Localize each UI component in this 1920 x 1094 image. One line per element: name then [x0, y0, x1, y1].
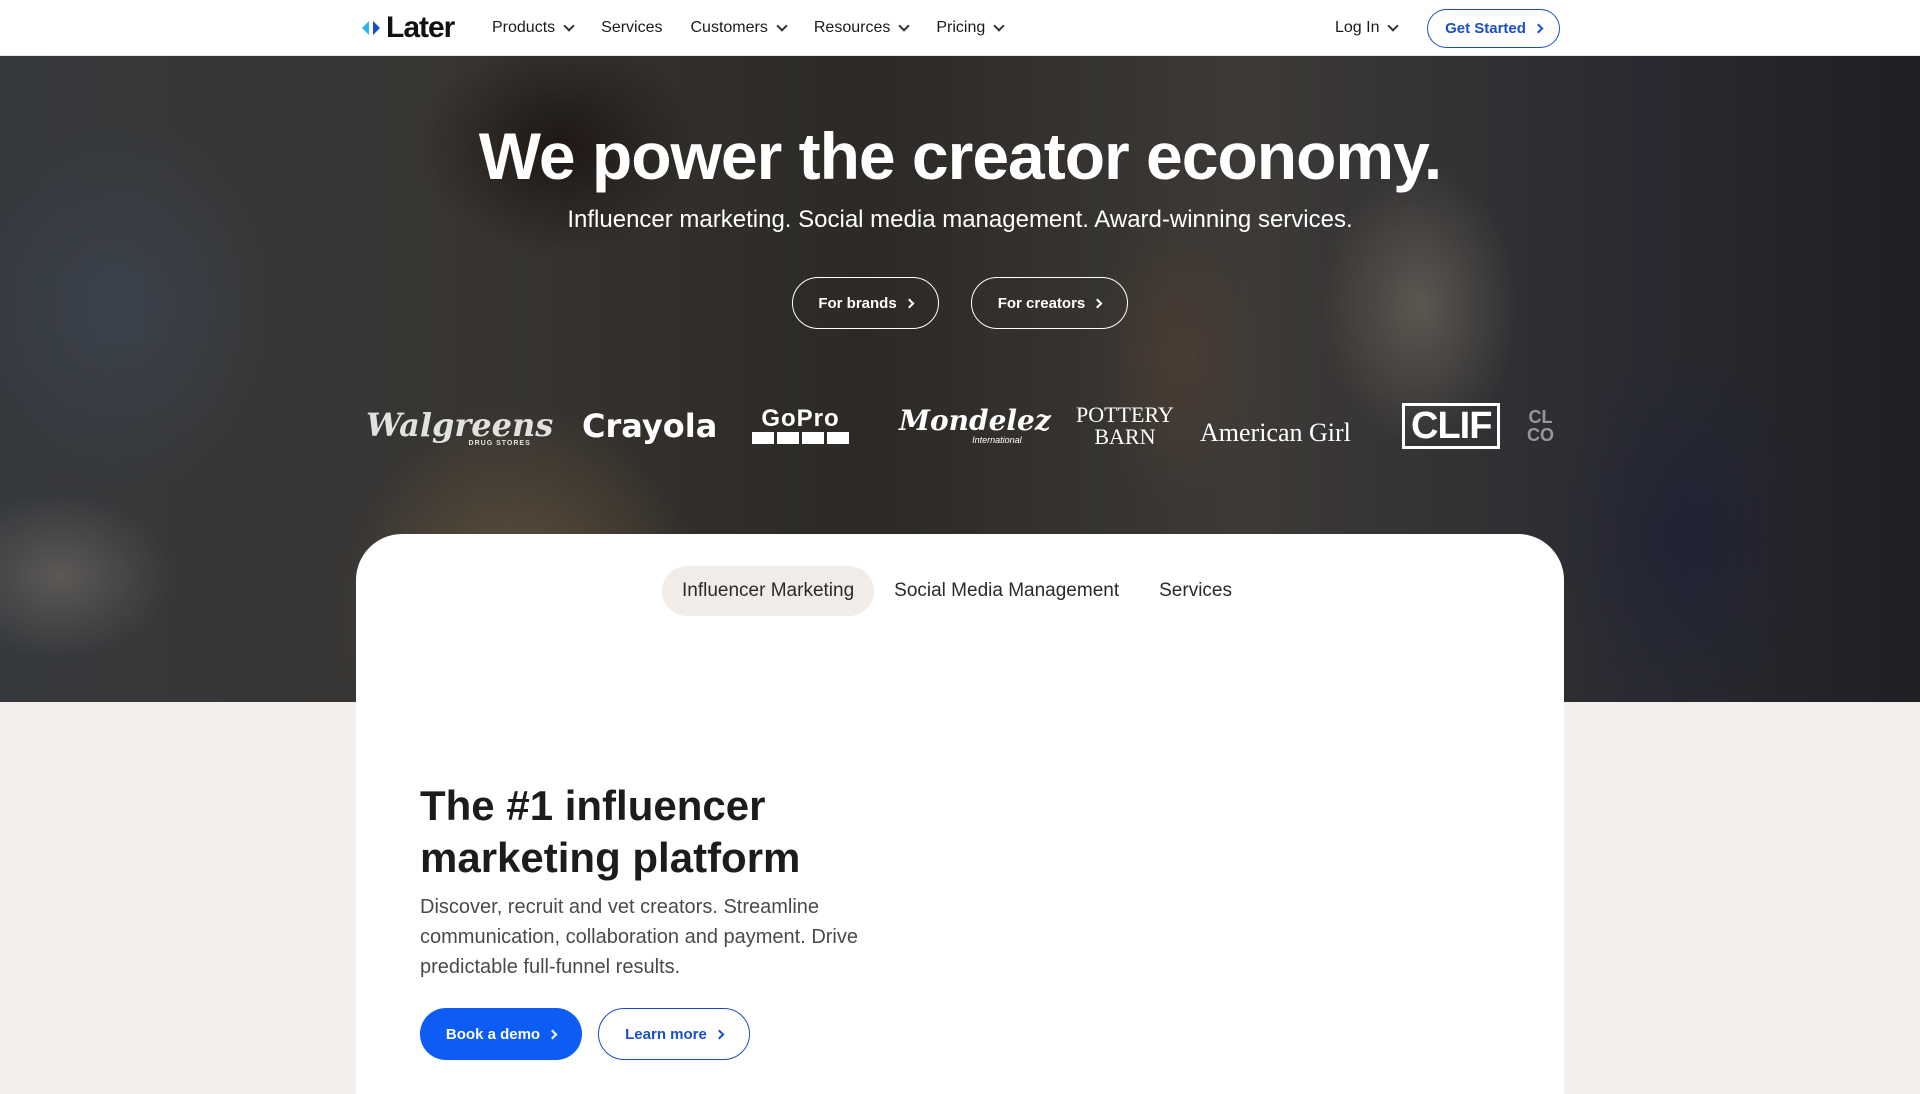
- nav-item-customers[interactable]: Customers: [690, 19, 788, 37]
- chevron-down-icon: [898, 19, 911, 32]
- nav-item-label: Services: [601, 19, 663, 36]
- nav-item-label: Pricing: [936, 19, 986, 36]
- clif-logo: CLIF: [1402, 386, 1501, 466]
- get-started-button[interactable]: Get Started: [1427, 9, 1560, 48]
- crayola-logo: Crayola: [582, 407, 718, 445]
- nav-item-label: Resources: [813, 19, 891, 36]
- nav-item-pricing[interactable]: Pricing: [936, 19, 1005, 37]
- tab-services[interactable]: Services: [1139, 566, 1252, 616]
- section-description: Discover, recruit and vet creators. Stre…: [420, 896, 858, 978]
- learn-more-button[interactable]: Learn more: [598, 1008, 750, 1060]
- walgreens-logo: Walgreens DRUG STORES: [366, 405, 554, 447]
- chevron-down-icon: [563, 19, 575, 32]
- section-title-line: marketing platform: [420, 834, 801, 881]
- for-creators-label: For creators: [997, 294, 1086, 312]
- american-girl-logo: American Girl: [1200, 418, 1351, 447]
- later-logo[interactable]: Later: [360, 11, 455, 44]
- gopro-logo: GoPro: [752, 386, 849, 466]
- product-tabs: Influencer Marketing Social Media Manage…: [662, 566, 1252, 616]
- top-nav: Later Products Services Customers Resour…: [0, 0, 1920, 56]
- section-title-line: The #1 influencer: [420, 782, 766, 829]
- mondelez-logo: Mondelez International: [899, 404, 1051, 446]
- learn-more-label: Learn more: [625, 1025, 707, 1043]
- hero-title: We power the creator economy.: [478, 119, 1442, 193]
- chevron-right-icon: [904, 298, 915, 308]
- chevron-right-icon: [547, 1029, 558, 1039]
- product-card: Influencer Marketing Social Media Manage…: [356, 534, 1564, 1094]
- partial-brand-logo: CL CO: [1527, 407, 1554, 445]
- logo-text: Later: [386, 11, 455, 44]
- hero-subtitle: Influencer marketing. Social media manag…: [567, 206, 1353, 233]
- chevron-down-icon: [993, 19, 1005, 32]
- nav-item-label: Products: [492, 19, 556, 36]
- nav-menu: Products Services Customers Resources Pr…: [492, 0, 1031, 56]
- nav-item-services[interactable]: Services: [601, 19, 662, 37]
- nav-item-resources[interactable]: Resources: [813, 19, 911, 37]
- login-label: Log In: [1335, 19, 1380, 36]
- pottery-barn-logo: POTTERY BARN: [1076, 402, 1174, 449]
- tab-social-media-management[interactable]: Social Media Management: [874, 566, 1139, 616]
- section-title: The #1 influencer marketing platform: [420, 780, 980, 884]
- chevron-down-icon: [776, 19, 788, 32]
- book-demo-button[interactable]: Book a demo: [420, 1008, 582, 1060]
- brand-logo-strip: Walgreens DRUG STORES Crayola GoPro Mond…: [362, 386, 1554, 466]
- for-creators-button[interactable]: For creators: [971, 277, 1128, 329]
- for-brands-label: For brands: [818, 294, 897, 312]
- for-brands-button[interactable]: For brands: [792, 277, 939, 329]
- login-link[interactable]: Log In: [1335, 0, 1400, 56]
- chevron-down-icon: [1387, 19, 1400, 32]
- book-demo-label: Book a demo: [445, 1025, 541, 1043]
- tab-influencer-marketing[interactable]: Influencer Marketing: [662, 566, 875, 616]
- get-started-label: Get Started: [1445, 20, 1526, 37]
- chevron-right-icon: [714, 1029, 725, 1039]
- nav-item-products[interactable]: Products: [492, 19, 575, 37]
- nav-item-label: Customers: [690, 19, 768, 36]
- chevron-right-icon: [1533, 23, 1544, 34]
- later-logo-icon: [362, 21, 380, 35]
- chevron-right-icon: [1092, 298, 1103, 308]
